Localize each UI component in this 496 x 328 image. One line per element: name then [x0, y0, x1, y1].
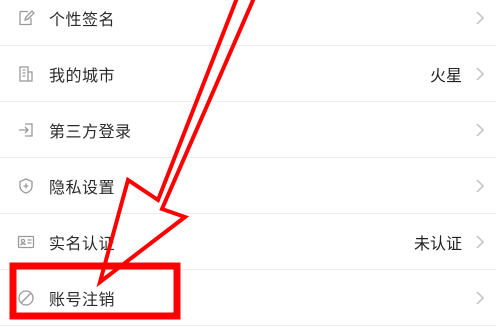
- login-icon: [17, 121, 35, 139]
- settings-item-label: 实名认证: [49, 233, 116, 253]
- chevron-right-icon: [474, 289, 486, 307]
- settings-item-label: 我的城市: [49, 65, 116, 85]
- settings-item-signature[interactable]: 个性签名: [0, 0, 496, 46]
- chevron-right-icon: [474, 9, 486, 27]
- settings-item-label: 个性签名: [49, 9, 116, 29]
- settings-item-account-deletion[interactable]: 账号注销: [0, 270, 496, 326]
- edit-signature-icon: [17, 9, 35, 27]
- chevron-right-icon: [474, 121, 486, 139]
- building-icon: [17, 65, 35, 83]
- chevron-right-icon: [474, 65, 486, 83]
- verification-status-value: 未认证: [413, 233, 462, 253]
- settings-item-real-name[interactable]: 实名认证 未认证: [0, 214, 496, 270]
- settings-item-third-party-login[interactable]: 第三方登录: [0, 102, 496, 158]
- chevron-right-icon: [474, 177, 486, 195]
- settings-item-privacy[interactable]: 隐私设置: [0, 158, 496, 214]
- shield-icon: [17, 177, 35, 195]
- settings-item-label: 账号注销: [49, 289, 116, 309]
- settings-screen: 个性签名 我的城市 火星 第三方登录 隐私设置 实名认证 未认证 账号注销: [0, 0, 496, 328]
- settings-item-city[interactable]: 我的城市 火星: [0, 46, 496, 102]
- cancel-circle-icon: [17, 289, 35, 307]
- settings-item-label: 第三方登录: [49, 121, 132, 141]
- id-card-icon: [17, 233, 35, 251]
- settings-item-label: 隐私设置: [49, 177, 116, 197]
- chevron-right-icon: [474, 233, 486, 251]
- city-value: 火星: [429, 65, 462, 85]
